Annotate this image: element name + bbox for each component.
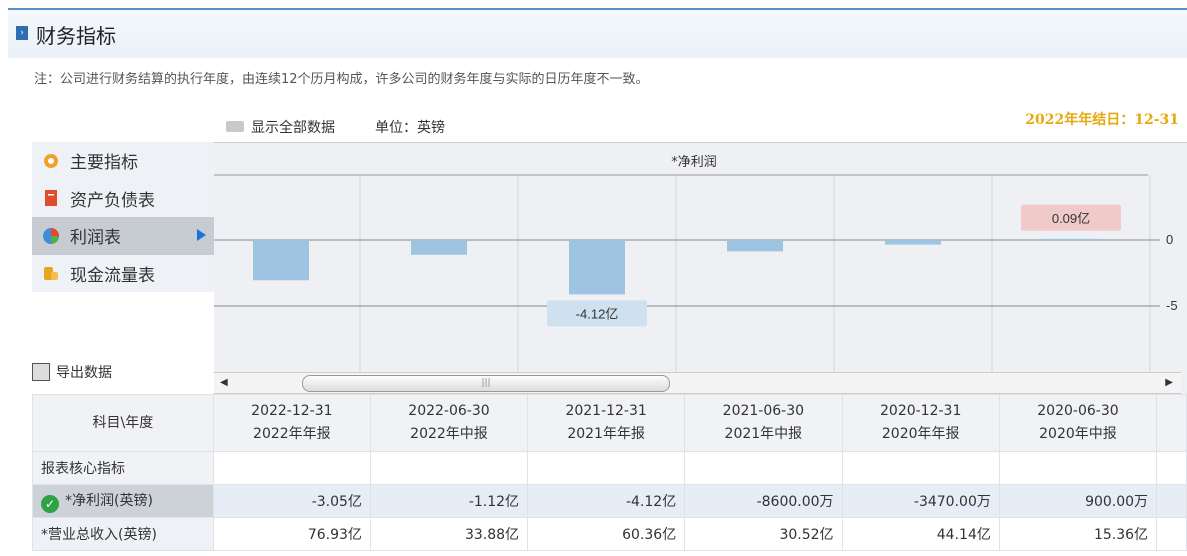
column-date: 2021-06-30 <box>722 403 805 419</box>
page-title: 财务指标 <box>36 24 116 48</box>
chart-scrollbar[interactable]: ◀ ||| ▶ <box>214 372 1181 394</box>
value-cell: 900.00万 <box>998 484 1158 518</box>
data-label: 0.09亿 <box>1052 211 1090 226</box>
column-report-type: 2022年中报 <box>410 426 488 442</box>
net-profit-chart: *净利润 0 -5 -4.12亿 0.09亿 <box>214 142 1187 394</box>
bar <box>1043 238 1099 240</box>
unit-label: 单位：英镑 <box>375 120 445 136</box>
arrow-right-icon: › <box>16 26 28 40</box>
sidebar-item-label: 现金流量表 <box>70 265 155 286</box>
legend-swatch-icon[interactable] <box>226 121 244 132</box>
column-header[interactable]: 2021-06-30 2021年中报 <box>684 394 843 452</box>
scroll-left-arrow-icon[interactable]: ◀ <box>220 377 228 388</box>
bar <box>885 240 941 245</box>
column-header[interactable]: 2021-12-31 2021年年报 <box>527 394 686 452</box>
bar <box>253 240 309 281</box>
empty-cell <box>1156 517 1187 551</box>
export-data-button[interactable]: 导出数据 <box>32 362 112 382</box>
sidebar-item-label: 主要指标 <box>70 153 138 174</box>
checkmark-icon: ✓ <box>41 494 59 513</box>
value-cell: 33.88亿 <box>369 517 529 551</box>
column-date: 2022-12-31 <box>251 403 333 419</box>
section-label: 报表核心指标 <box>32 451 214 485</box>
value-cell: 60.36亿 <box>527 517 686 551</box>
gear-icon <box>44 153 58 168</box>
bar <box>569 240 625 295</box>
scroll-right-arrow-icon[interactable]: ▶ <box>1165 377 1173 388</box>
column-date: 2021-12-31 <box>565 403 647 419</box>
value-cell: -1.12亿 <box>369 484 529 518</box>
column-date: 2022-06-30 <box>408 403 490 419</box>
table-section-row: 报表核心指标 <box>32 451 1187 485</box>
value-cell: 15.36亿 <box>998 517 1158 551</box>
value-cell: -3.05亿 <box>212 484 371 518</box>
data-label: -4.12亿 <box>576 306 619 321</box>
value-cell: -3470.00万 <box>841 484 1000 518</box>
header-spacer-cell <box>1156 394 1187 452</box>
header-label-cell: 科目\年度 <box>32 394 214 452</box>
value-cell: 44.14亿 <box>841 517 1000 551</box>
bar <box>411 240 467 255</box>
row-label[interactable]: *营业总收入(英镑) <box>32 517 214 551</box>
empty-cell <box>684 451 843 485</box>
empty-cell <box>1156 484 1187 518</box>
empty-cell <box>369 451 529 485</box>
column-date: 2020-12-31 <box>880 403 962 419</box>
empty-cell <box>998 451 1158 485</box>
sidebar-item-income-statement[interactable]: 利润表 <box>32 217 214 255</box>
sidebar-item-cash-flow[interactable]: 现金流量表 <box>32 254 214 292</box>
table-row[interactable]: *营业总收入(英镑) 76.93亿 33.88亿 60.36亿 30.52亿 44.14亿… <box>32 517 1187 551</box>
bar-chart-svg: 0 -5 -4.12亿 0.09亿 <box>214 174 1178 373</box>
show-all-data-toggle[interactable]: 显示全部数据 <box>251 117 335 137</box>
section-header: › 财务指标 <box>8 8 1187 58</box>
column-header[interactable]: 2020-12-31 2020年年报 <box>841 394 1000 452</box>
column-date: 2020-06-30 <box>1037 403 1119 419</box>
grip-icon: ||| <box>481 378 491 388</box>
value-cell: 30.52亿 <box>684 517 843 551</box>
column-report-type: 2021年中报 <box>724 426 803 442</box>
export-icon <box>32 363 50 381</box>
column-report-type: 2022年年报 <box>253 426 331 442</box>
document-icon <box>45 190 57 207</box>
column-header[interactable]: 2022-12-31 2022年年报 <box>212 394 371 452</box>
empty-cell <box>841 451 1000 485</box>
empty-cell <box>527 451 686 485</box>
value-cell: -4.12亿 <box>527 484 686 518</box>
y-tick-label: 0 <box>1166 232 1173 247</box>
value-cell: 76.93亿 <box>212 517 371 551</box>
empty-cell <box>212 451 371 485</box>
pie-chart-icon <box>43 227 59 244</box>
scroll-thumb[interactable]: ||| <box>302 375 670 392</box>
column-report-type: 2020年中报 <box>1039 426 1117 442</box>
column-header[interactable]: 2020-06-30 2020年中报 <box>998 394 1158 452</box>
export-label: 导出数据 <box>56 365 112 381</box>
empty-cell <box>1156 451 1187 485</box>
fiscal-year-note: 注：公司进行财务结算的执行年度，由连续12个历月构成，许多公司的财务年度与实际的… <box>34 72 649 87</box>
row-label[interactable]: ✓ *净利润(英镑) <box>32 484 214 518</box>
y-tick-label: -5 <box>1166 298 1178 313</box>
table-row[interactable]: ✓ *净利润(英镑) -3.05亿 -1.12亿 -4.12亿 -8600.00万 -347… <box>32 484 1187 518</box>
financial-table: 科目\年度 2022-12-31 2022年年报 2022-06-30 2022年中报 2… <box>32 394 1187 551</box>
column-report-type: 2020年年报 <box>881 426 960 442</box>
column-report-type: 2021年年报 <box>567 426 645 442</box>
row-label-text: *营业总收入(英镑) <box>41 527 157 543</box>
coins-icon <box>44 267 58 281</box>
sidebar-item-main-indicators[interactable]: 主要指标 <box>32 142 214 180</box>
bar <box>727 240 783 252</box>
year-end-label: 2022年年结日：12-31 <box>1025 112 1179 128</box>
sidebar-item-balance-sheet[interactable]: 资产负债表 <box>32 179 214 217</box>
row-label-text: *净利润(英镑) <box>65 492 153 509</box>
sidebar-item-label: 利润表 <box>70 228 121 249</box>
table-header-row: 科目\年度 2022-12-31 2022年年报 2022-06-30 2022年中报 2… <box>32 394 1187 452</box>
caret-right-icon <box>197 229 206 241</box>
value-cell: -8600.00万 <box>684 484 843 518</box>
sidebar-item-label: 资产负债表 <box>70 190 155 211</box>
column-header[interactable]: 2022-06-30 2022年中报 <box>369 394 529 452</box>
statement-sidebar: 主要指标 资产负债表 利润表 现金流量表 <box>32 142 214 292</box>
